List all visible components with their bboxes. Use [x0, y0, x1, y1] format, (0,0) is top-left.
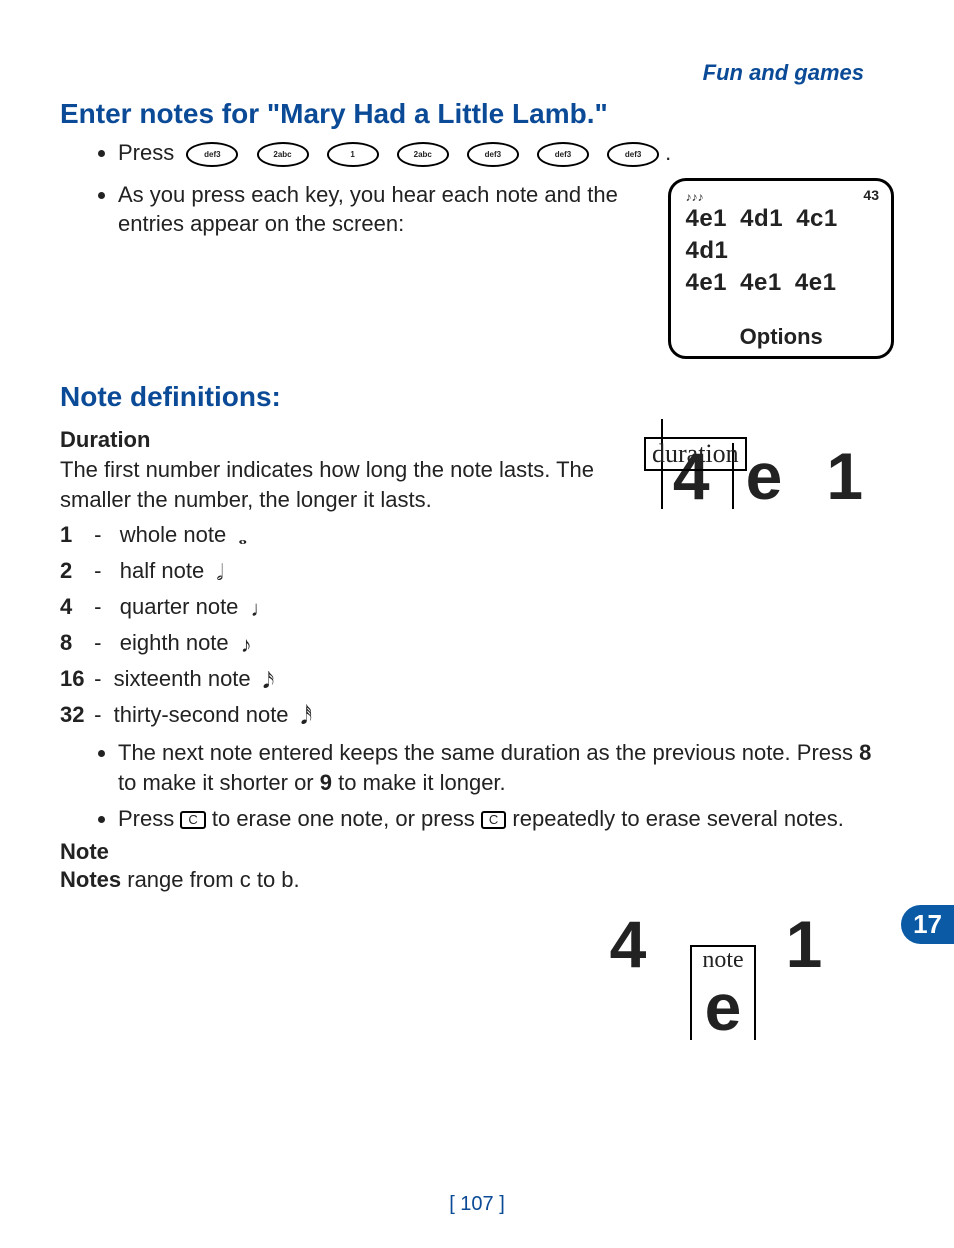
quarter-note-icon: ♩ [251, 596, 273, 621]
phone-key: def3 [607, 142, 659, 167]
phone-screen-mock: ♪♪♪ 43 4e1 4d1 4c1 4d1 4e1 4e1 4e1 Optio… [668, 178, 894, 359]
note-body: Notes range from c to b. [60, 867, 894, 893]
step-press-keys: Press def3 2abc 1 2abc def3 def3 def3. [118, 138, 894, 168]
note-heading: Note [60, 839, 894, 865]
page-section-label: Fun and games [60, 60, 894, 86]
phone-key: def3 [186, 142, 238, 167]
duration-definition-list: 1 - whole note 𝅝 2 - half note 𝅗𝅥 4 - qu… [60, 522, 894, 730]
tip-erase-notes: Press C to erase one note, or press C re… [118, 804, 894, 834]
diagram-digit-octave: 1 [786, 911, 837, 977]
section-heading-note-definitions: Note definitions: [60, 381, 894, 413]
music-icon: ♪♪♪ [685, 191, 877, 203]
thirtysecond-note-icon: 𝅘𝅥𝅰 [301, 704, 312, 729]
duration-body: The first number indicates how long the … [60, 455, 624, 514]
whole-note-icon: 𝅝 [238, 524, 247, 549]
c-key-icon: C [180, 811, 205, 829]
sixteenth-note-icon: 𝅘𝅥𝅯 [263, 668, 274, 693]
phone-key: def3 [467, 142, 519, 167]
screen-line-2: 4e1 4e1 4e1 [685, 267, 877, 299]
phone-key: def3 [537, 142, 589, 167]
diagram-digit-octave: 1 [826, 443, 877, 509]
duration-diagram: duration 4 e 1 [644, 439, 894, 509]
softkey-options: Options [685, 324, 877, 350]
press-label: Press [118, 140, 174, 165]
phone-key: 2abc [397, 142, 449, 167]
diagram-label-duration: duration [644, 437, 747, 471]
diagram-digit-note: e [705, 974, 742, 1040]
phone-key: 1 [327, 142, 379, 167]
screen-line-1: 4e1 4d1 4c1 4d1 [685, 203, 877, 268]
phone-key: 2abc [257, 142, 309, 167]
note-diagram: 4 note e 1 [598, 893, 848, 1040]
c-key-icon: C [481, 811, 506, 829]
eighth-note-icon: ♪ [241, 632, 252, 657]
duration-heading: Duration [60, 427, 624, 453]
tip-duration-keys: The next note entered keeps the same dur… [118, 738, 894, 797]
chapter-tab: 17 [901, 905, 954, 944]
diagram-digit-duration: 4 [610, 911, 661, 977]
section-heading-enter-notes: Enter notes for "Mary Had a Little Lamb.… [60, 98, 894, 130]
page-number: [ 107 ] [0, 1193, 954, 1216]
step-description: As you press each key, you hear each not… [118, 180, 648, 239]
char-count: 43 [863, 187, 879, 203]
half-note-icon: 𝅗𝅥 [216, 560, 223, 585]
